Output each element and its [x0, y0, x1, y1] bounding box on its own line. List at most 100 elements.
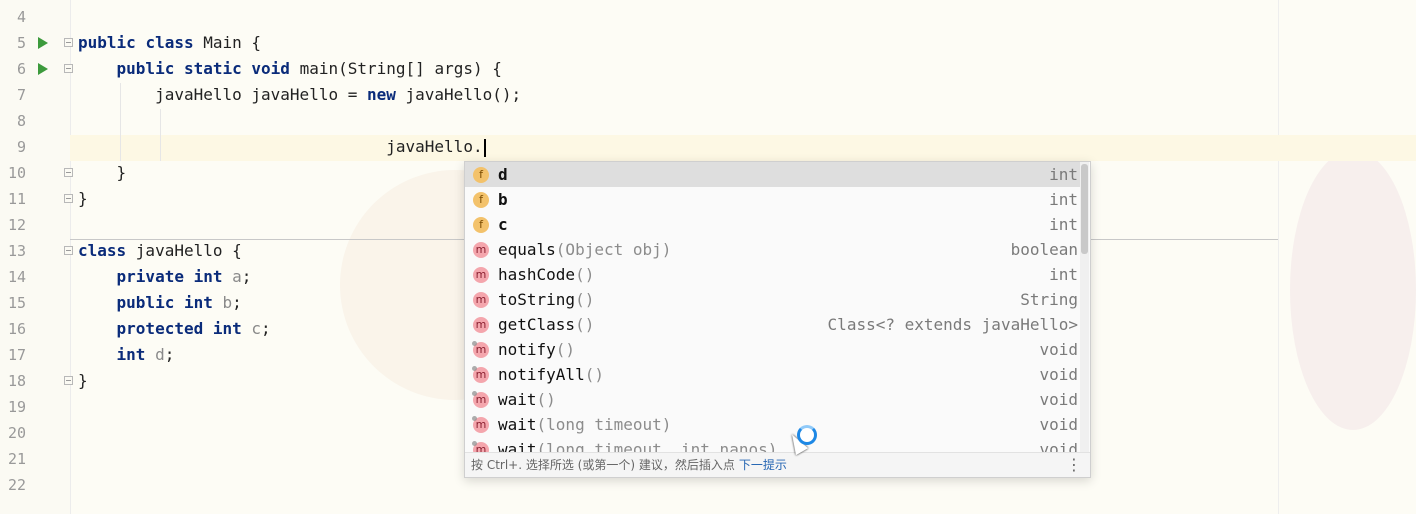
line-number: 16 — [7, 320, 26, 338]
completion-item[interactable]: m notifyAll() void — [465, 362, 1080, 387]
code-text: javaHello. — [78, 134, 486, 160]
completion-item[interactable]: m wait() void — [465, 387, 1080, 412]
completion-item[interactable]: m getClass() Class<? extends javaHello> — [465, 312, 1080, 337]
completion-item-type: void — [1039, 365, 1078, 384]
line-number: 11 — [7, 190, 26, 208]
code-keyword: void — [251, 59, 300, 78]
completion-item[interactable]: f b int — [465, 187, 1080, 212]
member-name: toString — [498, 290, 576, 309]
member-name: wait — [498, 390, 537, 409]
completion-item[interactable]: m hashCode() int — [465, 262, 1080, 287]
completion-item[interactable]: m wait(long timeout, int nanos) void — [465, 437, 1080, 452]
code-line[interactable]: 7 javaHello javaHello = new javaHello(); — [0, 82, 1416, 108]
code-line[interactable]: 9 javaHello. — [0, 134, 1416, 160]
line-number: 14 — [7, 268, 26, 286]
completion-scrollbar[interactable] — [1080, 162, 1089, 452]
scrollbar-thumb[interactable] — [1081, 164, 1088, 254]
completion-item-type: void — [1039, 340, 1078, 359]
code-token: ; — [164, 345, 175, 364]
next-tip-link[interactable]: 下一提示 — [739, 458, 787, 472]
completion-item[interactable]: m notify() void — [465, 337, 1080, 362]
completion-item-name: b — [498, 187, 508, 212]
code-text: private int a; — [78, 264, 252, 290]
code-line[interactable]: 5 public class Main { — [0, 30, 1416, 56]
code-line[interactable]: 4 — [0, 4, 1416, 30]
code-token: ; — [232, 293, 242, 312]
completion-item-type: void — [1039, 390, 1078, 409]
member-name: wait — [498, 440, 537, 452]
code-token: javaHello { — [135, 241, 242, 260]
member-name: notify — [498, 340, 556, 359]
member-name: equals — [498, 240, 556, 259]
code-token: javaHello(); — [405, 85, 522, 104]
code-keyword: int — [116, 345, 156, 364]
completion-item-name: c — [498, 212, 508, 237]
completion-item[interactable]: m toString() String — [465, 287, 1080, 312]
line-number: 22 — [7, 476, 26, 494]
code-text: int d; — [78, 342, 175, 368]
code-token: ; — [261, 319, 271, 338]
line-number: 19 — [7, 398, 26, 416]
code-line[interactable]: 6 public static void main(String[] args)… — [0, 56, 1416, 82]
code-line[interactable]: 8 — [0, 108, 1416, 134]
fold-icon[interactable] — [64, 168, 73, 177]
code-keyword: protected — [116, 319, 213, 338]
code-token: Main { — [203, 33, 262, 52]
completion-item-name: notify() — [498, 337, 575, 362]
completion-item-type: boolean — [1010, 240, 1078, 259]
member-params: () — [536, 390, 556, 409]
fold-icon[interactable] — [64, 194, 73, 203]
completion-item[interactable]: f c int — [465, 212, 1080, 237]
member-params: () — [584, 365, 604, 384]
member-params: () — [555, 340, 576, 359]
code-text: public int b; — [78, 290, 242, 316]
completion-item[interactable]: m wait(long timeout) void — [465, 412, 1080, 437]
code-token: } — [78, 189, 88, 208]
fold-icon[interactable] — [64, 246, 73, 255]
completion-item-name: equals(Object obj) — [498, 237, 671, 262]
more-options-icon[interactable]: ⋮ — [1066, 453, 1082, 477]
code-keyword: int — [183, 293, 223, 312]
method-icon: m — [473, 292, 489, 308]
completion-item[interactable]: m equals(Object obj) boolean — [465, 237, 1080, 262]
completion-item-name: notifyAll() — [498, 362, 604, 387]
code-text: class javaHello { — [78, 238, 242, 264]
completion-item-name: toString() — [498, 287, 594, 312]
member-name: b — [498, 190, 508, 209]
method-icon: m — [473, 267, 489, 283]
completion-item-type: Class<? extends javaHello> — [827, 315, 1078, 334]
fold-icon[interactable] — [64, 64, 73, 73]
run-gutter-icon[interactable] — [38, 37, 48, 49]
field-icon: f — [473, 192, 489, 208]
line-number: 15 — [7, 294, 26, 312]
fold-icon[interactable] — [64, 376, 73, 385]
fold-icon[interactable] — [64, 38, 73, 47]
run-gutter-icon[interactable] — [38, 63, 48, 75]
completion-item-name: wait() — [498, 387, 556, 412]
code-keyword: public — [116, 59, 184, 78]
member-name: c — [498, 215, 508, 234]
completion-item-name: wait(long timeout, int nanos) — [498, 437, 777, 452]
completion-item-name: getClass() — [498, 312, 594, 337]
line-number: 7 — [16, 86, 26, 104]
code-token: main(String[] args) { — [299, 59, 502, 78]
completion-list[interactable]: f d int f b int f c int m equals(Object obj) boolea… — [465, 162, 1080, 452]
code-keyword: class — [78, 241, 136, 260]
code-text: } — [78, 160, 127, 186]
line-number: 21 — [7, 450, 26, 468]
code-keyword: int — [193, 267, 233, 286]
completion-item[interactable]: f d int — [465, 162, 1080, 187]
member-params: () — [575, 265, 595, 284]
final-marker-icon — [472, 416, 477, 421]
code-keyword: public — [116, 293, 184, 312]
code-text: } — [78, 186, 88, 212]
code-text: public class Main { — [78, 30, 261, 56]
member-name: d — [498, 165, 508, 184]
code-keyword: static — [183, 59, 252, 78]
line-number: 9 — [16, 138, 26, 156]
member-name: getClass — [498, 315, 576, 334]
field-icon: f — [473, 217, 489, 233]
